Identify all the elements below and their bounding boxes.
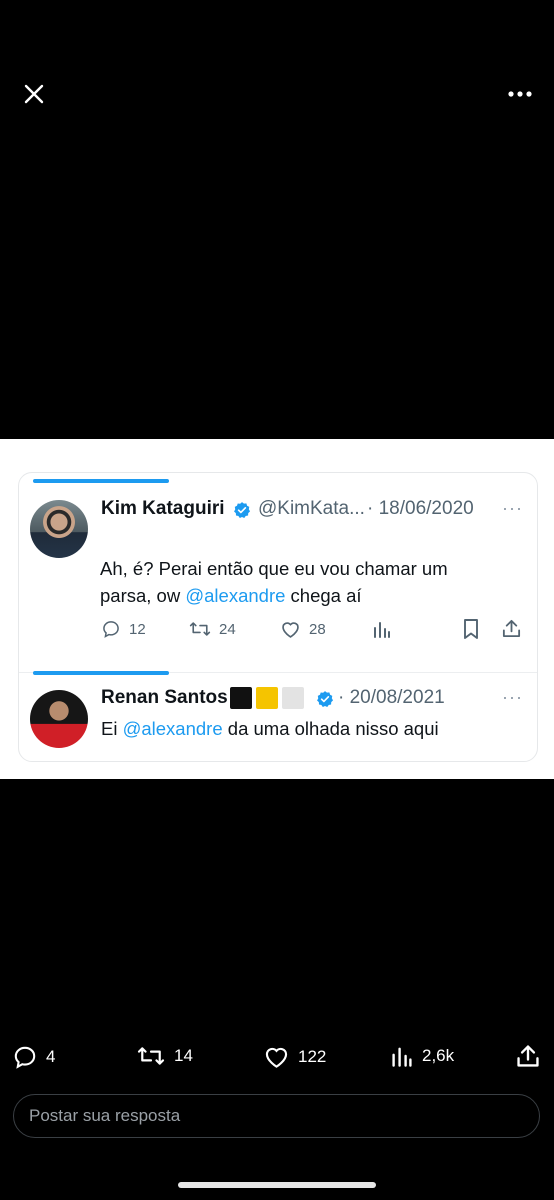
- yellow-square-emoji: [255, 687, 278, 709]
- post-actions-bar: 4 14 122 2,6k: [0, 1040, 554, 1080]
- reply-icon: [103, 621, 119, 638]
- white-square-emoji: [281, 687, 304, 709]
- close-icon: [24, 84, 44, 104]
- tweet-text: Ah, é? Perai então que eu vou chamar um …: [100, 555, 500, 609]
- tweet-text: Ei @alexandre da uma olhada nisso aqui: [101, 715, 521, 742]
- repost-button[interactable]: 14: [136, 1044, 193, 1068]
- accent-bar: [33, 479, 169, 483]
- avatar: [30, 690, 88, 748]
- more-icon: ···: [502, 687, 523, 707]
- reply-input[interactable]: Postar sua resposta: [13, 1094, 540, 1138]
- views-button[interactable]: 2,6k: [390, 1044, 454, 1068]
- avatar: [30, 500, 88, 558]
- retweet-action: 24: [189, 619, 236, 639]
- like-count: 28: [309, 620, 326, 638]
- verified-badge-icon: [234, 502, 251, 518]
- retweet-icon: [189, 622, 211, 636]
- share-icon: [502, 619, 521, 638]
- like-count: 122: [298, 1046, 327, 1066]
- reply-button[interactable]: 4: [12, 1044, 55, 1070]
- analytics-icon: [374, 622, 390, 638]
- black-square-emoji: [229, 687, 252, 709]
- bookmark-icon: [464, 619, 478, 639]
- repost-count: 14: [174, 1046, 193, 1065]
- more-options-button[interactable]: [502, 80, 538, 108]
- tweet-date: · 20/08/2021: [338, 687, 445, 708]
- author-name-text: Renan Santos: [101, 687, 228, 709]
- verified-badge-icon: [317, 691, 334, 707]
- author-name: Renan Santos: [101, 687, 304, 709]
- share-button[interactable]: [515, 1043, 541, 1069]
- heart-icon: [282, 622, 299, 638]
- more-horizontal-icon: [508, 91, 532, 97]
- accent-bar: [33, 671, 169, 675]
- more-icon: ···: [502, 498, 523, 518]
- like-action: 28: [280, 619, 326, 639]
- author-handle: @KimKata...: [258, 498, 365, 519]
- views-icon: [392, 1047, 412, 1067]
- tweet-text-part: chega aí: [285, 585, 362, 606]
- reply-placeholder: Postar sua resposta: [29, 1106, 181, 1125]
- reply-count: 12: [129, 620, 146, 638]
- like-button[interactable]: 122: [263, 1044, 326, 1069]
- tweet-text-part: Ei: [101, 718, 123, 739]
- share-icon: [517, 1045, 539, 1067]
- mention-link: @alexandre: [185, 585, 286, 606]
- reply-icon: [14, 1046, 36, 1069]
- views-count: 2,6k: [422, 1046, 455, 1065]
- repost-icon: [137, 1047, 165, 1065]
- reply-action: 12: [101, 619, 146, 639]
- top-bar: [0, 0, 554, 140]
- mention-link: @alexandre: [122, 718, 223, 739]
- close-button[interactable]: [18, 78, 50, 110]
- reply-count: 4: [46, 1047, 56, 1066]
- retweet-count: 24: [219, 620, 236, 638]
- heart-icon: [265, 1047, 288, 1068]
- author-name: Kim Kataguiri: [101, 498, 225, 519]
- quoted-tweets-card: Kim Kataguiri @KimKata... · 18/06/2020 ·…: [18, 472, 538, 762]
- tweet-date: · 18/06/2020: [367, 498, 474, 519]
- home-indicator: [178, 1182, 376, 1188]
- post-image[interactable]: Kim Kataguiri @KimKata... · 18/06/2020 ·…: [0, 439, 554, 779]
- tweet-text-part: da uma olhada nisso aqui: [222, 718, 439, 739]
